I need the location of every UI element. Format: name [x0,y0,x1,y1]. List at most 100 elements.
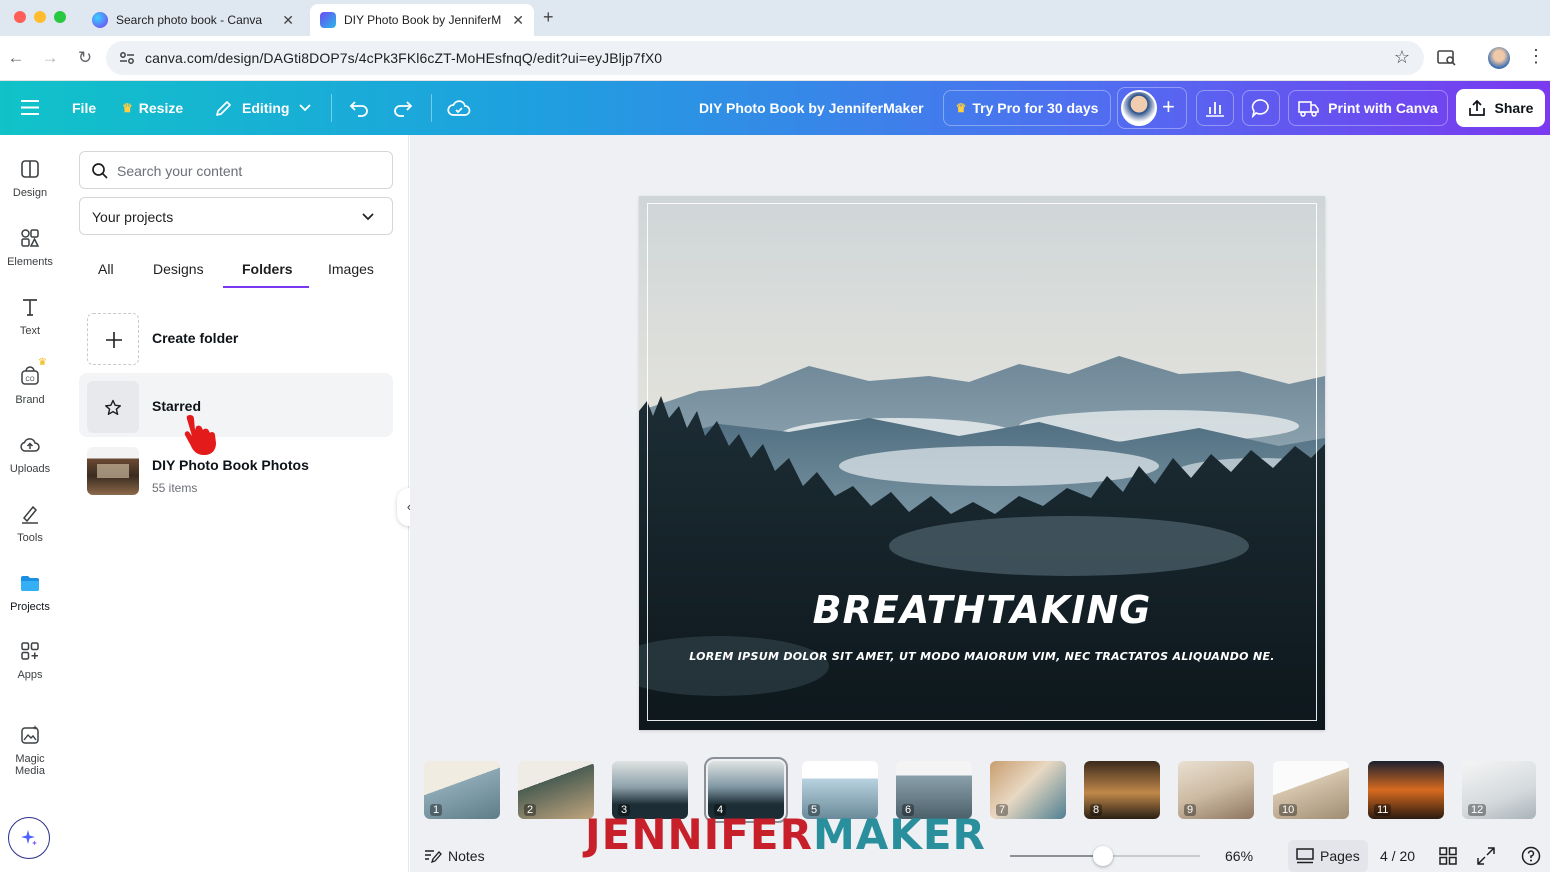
watermark-part-1: JENNIFER [585,810,813,859]
maximize-window-button[interactable] [54,11,66,23]
close-window-button[interactable] [14,11,26,23]
page-thumbnail[interactable]: 9 [1178,761,1254,819]
rail-item-apps[interactable]: Apps [0,639,60,681]
elements-icon [21,229,40,247]
browser-tab-search[interactable]: Search photo book - Canva ✕ [82,4,304,36]
print-with-canva-button[interactable]: Print with Canva [1288,90,1448,126]
page-thumbnail[interactable]: 8 [1084,761,1160,819]
page-thumbnail[interactable]: 12 [1462,761,1536,819]
back-arrow-icon[interactable]: ← [5,48,27,68]
page-number: 1 [430,804,443,816]
try-pro-label: Try Pro for 30 days [972,100,1099,116]
folder-thumbnail [87,381,139,433]
profile-avatar[interactable] [1488,47,1510,69]
grid-view-icon[interactable] [1439,847,1457,865]
browser-menu-icon[interactable]: ⋮ [1527,46,1545,67]
tab-title: Search photo book - Canva [116,13,263,27]
file-menu-button[interactable]: File [72,81,96,135]
rail-item-elements[interactable]: Elements [0,226,60,268]
tab-images[interactable]: Images [328,261,374,277]
forward-arrow-icon[interactable]: → [39,48,61,68]
body-text[interactable]: LOREM IPSUM DOLOR SIT AMET, UT MODO MAIO… [639,650,1325,663]
notes-button[interactable]: Notes [424,848,485,864]
page-thumbnail[interactable]: 11 [1368,761,1444,819]
editing-mode-button[interactable]: Editing [215,81,312,135]
rail-item-design[interactable]: Design [0,157,60,199]
page-number: 2 [524,804,537,816]
projects-filter-dropdown[interactable]: Your projects [79,197,393,235]
canvas-area: BREATHTAKING LOREM IPSUM DOLOR SIT AMET,… [410,135,1550,872]
comments-button[interactable] [1242,90,1280,126]
create-folder-tile [87,313,139,365]
page-thumbnail[interactable]: 10 [1273,761,1349,819]
svg-text:CO: CO [26,377,35,383]
rail-label: Text [19,325,41,337]
header-divider [431,94,432,122]
tab-folders[interactable]: Folders [242,261,293,277]
cloud-saved-icon[interactable] [447,98,471,118]
tab-all[interactable]: All [98,261,114,277]
resize-button[interactable]: ♛ Resize [122,81,183,135]
rail-label: Projects [10,601,50,613]
share-button[interactable]: Share [1456,89,1545,127]
close-tab-icon[interactable]: ✕ [282,12,294,29]
folder-thumbnail [87,447,139,495]
page-number: 12 [1468,804,1487,816]
fullscreen-icon[interactable] [1477,847,1495,865]
menu-hamburger-icon[interactable] [21,100,39,115]
design-title[interactable]: DIY Photo Book by JenniferMaker [699,81,924,135]
page-count: 4 / 20 [1380,848,1416,864]
slider-knob[interactable] [1093,846,1114,866]
rail-item-projects[interactable]: Projects [0,571,60,613]
page-thumbnail[interactable]: 1 [424,761,500,819]
page-thumbnail[interactable]: 2 [518,761,594,819]
search-input[interactable]: Search your content [79,151,393,189]
undo-icon[interactable] [349,99,369,117]
tab-search-icon[interactable] [1437,50,1457,67]
redo-icon[interactable] [393,99,413,117]
tab-title: DIY Photo Book by JenniferM [344,13,502,27]
rail-item-text[interactable]: Text [0,295,60,337]
create-folder-button[interactable]: Create folder [79,305,393,369]
watermark-part-2: MAKER [812,810,986,859]
page-number: 11 [1374,804,1392,816]
new-tab-button[interactable]: + [543,7,554,28]
rail-item-brand[interactable]: ♛ CO Brand [0,357,60,406]
invite-plus-icon[interactable]: + [1162,96,1175,118]
design-page[interactable]: BREATHTAKING LOREM IPSUM DOLOR SIT AMET,… [639,196,1325,730]
user-avatar[interactable] [1121,90,1157,126]
browser-tab-bar: Search photo book - Canva ✕ DIY Photo Bo… [0,0,1550,36]
rail-item-uploads[interactable]: Uploads [0,433,60,475]
url-bar[interactable]: canva.com/design/DAGti8DOP7s/4cPk3FKl6cZ… [106,41,1424,75]
page-number: 10 [1279,804,1298,816]
help-icon[interactable] [1521,846,1541,866]
try-pro-button[interactable]: ♛ Try Pro for 30 days [943,90,1111,126]
apps-icon [21,642,39,660]
zoom-slider[interactable] [1010,846,1200,866]
pages-button[interactable]: Pages [1288,840,1368,872]
close-tab-icon[interactable]: ✕ [512,12,524,29]
folder-starred[interactable]: Starred [79,373,393,437]
reload-icon[interactable]: ↻ [74,48,96,68]
zoom-level[interactable]: 66% [1225,848,1253,864]
notes-label: Notes [448,848,485,864]
url-text[interactable]: canva.com/design/DAGti8DOP7s/4cPk3FKl6cZ… [145,50,662,66]
minimize-window-button[interactable] [34,11,46,23]
browser-tab-design[interactable]: DIY Photo Book by JenniferM ✕ [310,4,534,36]
slider-fill [1010,855,1104,857]
headline-text[interactable]: BREATHTAKING [639,588,1325,632]
bookmark-star-icon[interactable]: ☆ [1394,47,1410,68]
folder-diy-photo-book-photos[interactable]: DIY Photo Book Photos 55 items [79,437,393,501]
crown-icon: ♛ [122,101,133,115]
rail-item-magic-media[interactable]: Magic Media [0,723,60,777]
insights-button[interactable] [1196,90,1234,126]
page-thumbnail[interactable]: 7 [990,761,1066,819]
tools-icon [22,505,38,524]
comment-icon [1251,99,1269,118]
site-info-icon[interactable] [119,51,135,65]
magic-assistant-button[interactable] [8,817,50,859]
rail-item-tools[interactable]: Tools [0,502,60,544]
tab-designs[interactable]: Designs [153,261,204,277]
rail-label: Elements [7,256,53,268]
folder-item-count: 55 items [152,481,198,495]
